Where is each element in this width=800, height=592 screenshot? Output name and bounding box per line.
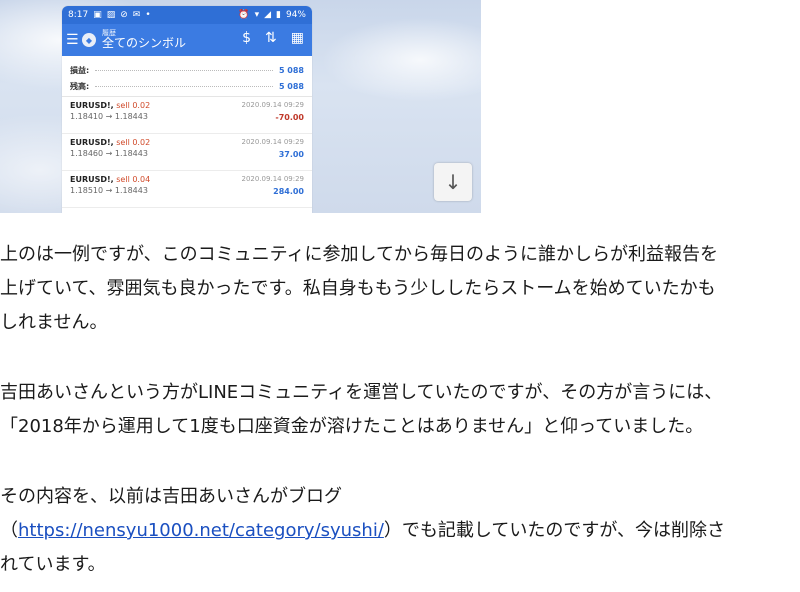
battery-percent: 94%: [285, 10, 306, 20]
text-line: しれません。: [0, 312, 108, 333]
app-toolbar: $ ⇅ ▦: [242, 30, 304, 46]
app-logo-icon: ◆: [82, 33, 96, 47]
text-line: 吉田あいさんという方がLINEコミュニティを運営していたのですが、その方が言うに…: [0, 382, 723, 403]
trade-symbol: EURUSD!,: [70, 101, 114, 110]
trade-time: 2020.09.14 09:29: [241, 101, 304, 109]
wifi-icon: ▾: [254, 10, 260, 20]
status-time: 8:17: [68, 10, 89, 20]
app-subtitle: 履歴: [102, 28, 116, 37]
battery-icon: ▮: [276, 10, 281, 20]
summary-value: 5 088: [278, 65, 304, 75]
trade-time: 2020.09.14 09:29: [241, 175, 304, 183]
trade-symbol: EURUSD!,: [70, 138, 114, 147]
block-icon: ⊘: [120, 10, 128, 20]
dot-icon: •: [145, 10, 151, 20]
arrow-down-icon: ↓: [444, 170, 462, 194]
summary-row-balance: 残高: 5 088: [70, 78, 304, 94]
paragraph-2: 吉田あいさんという方がLINEコミュニティを運営していたのですが、その方が言うに…: [0, 376, 790, 444]
dotted-leader: [95, 69, 273, 71]
scroll-down-button[interactable]: ↓: [434, 163, 472, 201]
text-line: 上のは一例ですが、このコミュニティに参加してから毎日のように誰かしらが利益報告を: [0, 244, 719, 265]
paragraph-1: 上のは一例ですが、このコミュニティに参加してから毎日のように誰かしらが利益報告を…: [0, 238, 718, 340]
trade-prices: 1.18460 → 1.18443: [70, 149, 148, 158]
open-paren: （: [0, 520, 18, 541]
calendar-icon[interactable]: ▦: [291, 30, 304, 46]
app-bar: ☰ ◆ 履歴 全てのシンボル $ ⇅ ▦: [62, 24, 312, 56]
phone-screen: 8:17 ▣ ▨ ⊘ ✉ • ⏰ ▾ ◢ ▮ 94% ☰ ◆ 履歴 全てのシンボ…: [62, 6, 312, 213]
summary-row-profit: 損益: 5 088: [70, 62, 304, 78]
summary-value: 5 088: [278, 81, 304, 91]
alarm-icon: ⏰: [238, 10, 250, 20]
trade-history-screenshot: 8:17 ▣ ▨ ⊘ ✉ • ⏰ ▾ ◢ ▮ 94% ☰ ◆ 履歴 全てのシンボ…: [0, 0, 481, 213]
account-summary: 損益: 5 088 残高: 5 088: [62, 56, 312, 97]
mail-icon: ✉: [132, 10, 141, 20]
text-line: その内容を、以前は吉田あいさんがブログ: [0, 486, 342, 507]
trade-symbol: EURUSD!,: [70, 175, 114, 184]
text-line: （https://nensyu1000.net/category/syushi/…: [0, 514, 790, 548]
trade-prices: 1.18410 → 1.18443: [70, 112, 148, 121]
text-fragment: ）でも記載していたのですが、今は削除さ: [383, 520, 725, 541]
text-line: 「2018年から運用して1度も口座資金が溶けたことはありません」と仰っていました…: [0, 416, 704, 437]
summary-label: 損益:: [70, 65, 90, 75]
photo-icon: ▨: [106, 10, 116, 20]
blog-link[interactable]: https://nensyu1000.net/category/syushi/: [18, 520, 384, 541]
trade-row[interactable]: EURUSD!, sell 0.04 1.18510 → 1.18443 202…: [62, 171, 312, 208]
paragraph-3: その内容を、以前は吉田あいさんがブログ （https://nensyu1000.…: [0, 480, 790, 582]
currency-icon[interactable]: $: [242, 30, 251, 46]
trade-row[interactable]: EURUSD!, sell 0.02 1.18410 → 1.18443 202…: [62, 97, 312, 134]
trade-profit: 37.00: [278, 150, 304, 159]
trade-profit: -70.00: [275, 113, 304, 122]
trade-row[interactable]: EURUSD!, sell 0.02 1.18460 → 1.18443 202…: [62, 134, 312, 171]
text-line: 上げていて、雰囲気も良かったです。私自身ももう少ししたらストームを始めていたかも: [0, 278, 716, 299]
trade-profit: 284.00: [273, 187, 304, 196]
trade-side: sell 0.02: [116, 138, 151, 147]
app-titles: 履歴 全てのシンボル: [102, 28, 186, 51]
menu-icon[interactable]: ☰: [66, 32, 79, 48]
trade-side: sell 0.02: [116, 101, 151, 110]
app-title[interactable]: 全てのシンボル: [102, 37, 186, 50]
trade-side: sell 0.04: [116, 175, 151, 184]
trade-prices: 1.18510 → 1.18443: [70, 186, 148, 195]
summary-label: 残高:: [70, 81, 90, 91]
dotted-leader: [95, 85, 273, 87]
message-icon: ▣: [93, 10, 102, 20]
sort-icon[interactable]: ⇅: [265, 30, 277, 46]
trade-time: 2020.09.14 09:29: [241, 138, 304, 146]
signal-icon: ◢: [264, 10, 272, 20]
status-bar: 8:17 ▣ ▨ ⊘ ✉ • ⏰ ▾ ◢ ▮ 94%: [62, 6, 312, 24]
text-line: れています。: [0, 554, 106, 575]
